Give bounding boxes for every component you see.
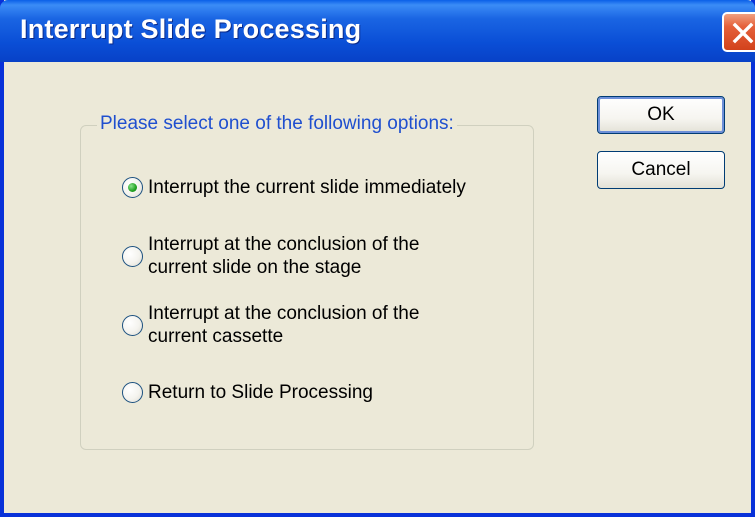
option-interrupt-current-cassette[interactable]: Interrupt at the conclusion of the curre… xyxy=(122,302,419,348)
option-label: Interrupt the current slide immediately xyxy=(148,177,466,198)
close-button[interactable] xyxy=(722,12,755,52)
radio-button[interactable] xyxy=(122,245,143,267)
option-label: Interrupt at the conclusion of the curre… xyxy=(148,234,420,278)
radio-button[interactable] xyxy=(122,382,143,403)
ok-button[interactable]: OK xyxy=(597,96,725,134)
option-interrupt-current-slide-on-stage[interactable]: Interrupt at the conclusion of the curre… xyxy=(122,233,419,279)
radio-button[interactable] xyxy=(122,314,143,336)
option-label: Interrupt at the conclusion of the curre… xyxy=(148,303,420,347)
window-title: Interrupt Slide Processing xyxy=(20,14,362,44)
option-return-to-slide-processing[interactable]: Return to Slide Processing xyxy=(122,381,373,404)
dialog-window: Interrupt Slide Processing Please select… xyxy=(0,0,755,517)
option-label: Return to Slide Processing xyxy=(148,382,373,403)
radio-button[interactable] xyxy=(122,177,143,198)
title-bar[interactable]: Interrupt Slide Processing xyxy=(0,0,755,62)
options-group-legend: Please select one of the following optio… xyxy=(97,113,457,135)
close-icon xyxy=(732,22,754,44)
cancel-button[interactable]: Cancel xyxy=(597,151,725,189)
option-interrupt-immediately[interactable]: Interrupt the current slide immediately xyxy=(122,176,466,199)
